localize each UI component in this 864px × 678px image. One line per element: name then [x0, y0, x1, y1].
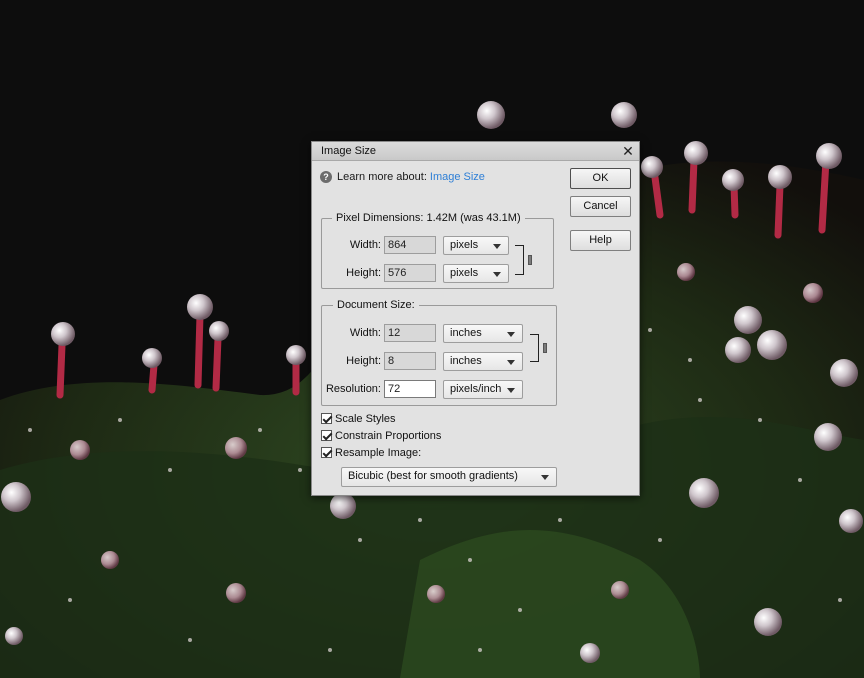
cancel-button[interactable]: Cancel — [570, 196, 631, 217]
constrain-proportions-row[interactable]: Constrain Proportions — [321, 429, 441, 442]
doc-height-unit-value: inches — [450, 355, 482, 367]
learn-more-row: ? Learn more about: Image Size — [320, 170, 485, 184]
pixel-dimensions-group: Pixel Dimensions: 1.42M (was 43.1M) Widt… — [321, 212, 554, 289]
doc-width-label: Width: — [349, 327, 381, 339]
pixel-height-label: Height: — [346, 267, 381, 279]
pixel-height-unit-value: pixels — [450, 267, 479, 279]
image-size-dialog: Image Size ✕ ? Learn more about: Image S… — [311, 141, 640, 496]
resample-method-value: Bicubic (best for smooth gradients) — [348, 470, 518, 482]
doc-width-unit-value: inches — [450, 327, 482, 339]
doc-link-bracket — [530, 334, 539, 362]
resolution-field[interactable]: 72 — [384, 380, 436, 398]
pixel-width-label: Width: — [349, 239, 381, 251]
question-mark-icon: ? — [320, 171, 332, 183]
doc-height-label: Height: — [346, 355, 381, 367]
scale-styles-checkbox[interactable] — [321, 413, 332, 424]
document-size-legend: Document Size: — [333, 299, 419, 311]
scale-styles-row[interactable]: Scale Styles — [321, 412, 396, 425]
resample-image-row[interactable]: Resample Image: — [321, 446, 421, 459]
pixel-link-bracket — [515, 245, 524, 275]
constrain-proportions-checkbox[interactable] — [321, 430, 332, 441]
document-size-group: Document Size: Width: 12 inches Height: … — [321, 299, 557, 406]
close-icon[interactable]: ✕ — [621, 143, 635, 159]
chevron-down-icon — [507, 388, 515, 393]
pixel-width-field[interactable]: 864 — [384, 236, 436, 254]
chain-link-icon — [543, 343, 547, 353]
resolution-unit-select[interactable]: pixels/inch — [443, 380, 523, 399]
chevron-down-icon — [507, 332, 515, 337]
pixel-height-unit-select[interactable]: pixels — [443, 264, 509, 283]
resample-image-checkbox[interactable] — [321, 447, 332, 458]
chevron-down-icon — [493, 244, 501, 249]
resample-image-label: Resample Image: — [335, 446, 422, 459]
pixel-width-unit-select[interactable]: pixels — [443, 236, 509, 255]
dialog-titlebar[interactable]: Image Size ✕ — [312, 142, 639, 161]
help-button[interactable]: Help — [570, 230, 631, 251]
pixel-width-unit-value: pixels — [450, 239, 479, 251]
pixel-dimensions-legend: Pixel Dimensions: 1.42M (was 43.1M) — [332, 212, 525, 224]
doc-width-field[interactable]: 12 — [384, 324, 436, 342]
pixel-height-field[interactable]: 576 — [384, 264, 436, 282]
resample-method-select[interactable]: Bicubic (best for smooth gradients) — [341, 467, 557, 487]
resolution-unit-value: pixels/inch — [450, 383, 502, 395]
resolution-label: Resolution: — [325, 383, 381, 395]
doc-width-unit-select[interactable]: inches — [443, 324, 523, 343]
dialog-title: Image Size — [321, 145, 377, 157]
chevron-down-icon — [507, 360, 515, 365]
chevron-down-icon — [493, 272, 501, 277]
learn-more-label: Learn more about: — [337, 171, 427, 183]
chevron-down-icon — [541, 475, 549, 480]
chain-link-icon — [528, 255, 532, 265]
doc-height-unit-select[interactable]: inches — [443, 352, 523, 371]
learn-more-link[interactable]: Image Size — [430, 171, 485, 183]
ok-button[interactable]: OK — [570, 168, 631, 189]
constrain-proportions-label: Constrain Proportions — [335, 429, 442, 442]
doc-height-field[interactable]: 8 — [384, 352, 436, 370]
scale-styles-label: Scale Styles — [335, 412, 396, 425]
